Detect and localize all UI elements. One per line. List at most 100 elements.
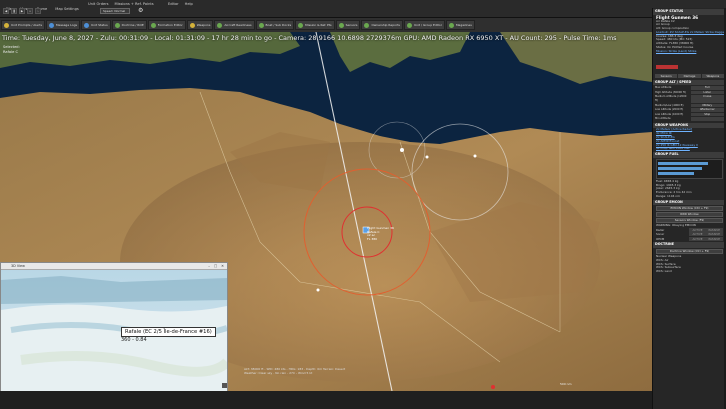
toolbar-button-icon [338, 22, 344, 28]
fuel-gauge [656, 158, 723, 179]
play-icon[interactable]: ▶ [19, 8, 25, 14]
toolbar-button-icon [4, 22, 9, 28]
compass-icon[interactable] [222, 383, 227, 388]
mini-3d-window[interactable]: 3D View – □ ✕ Rafale (EC 2/5 Île-de-Fran… [0, 262, 228, 400]
weapon-item[interactable]: 4x Drop Tank 2000 liter [653, 147, 726, 151]
gear-icon[interactable]: ⚙ [138, 8, 143, 14]
toolbar-button-icon [49, 22, 55, 28]
toolbar-button-label: Formation Editor [157, 23, 183, 27]
emcon-active-button[interactable]: ACTIVE [689, 236, 706, 241]
toolbar-button-icon [258, 22, 264, 28]
toolbar-button[interactable]: Weapons [186, 20, 214, 30]
toolbar-button[interactable]: Doctrine / ROE [111, 20, 147, 30]
weapons-list: 2x Meteor [Active Radar] 4x MICA IR 2x SCA… [653, 128, 726, 151]
altitude-option[interactable]: High Altitude (36000 ft) [655, 91, 689, 95]
altitude-option[interactable]: Low Altitude (1000 ft) [655, 113, 689, 117]
toolbar-button-icon [189, 22, 195, 28]
toolbar-button-icon [406, 22, 412, 28]
speed-option[interactable]: Full [690, 86, 724, 90]
speed-select[interactable]: Speed: Normal [100, 8, 130, 14]
toolbar-button[interactable]: Mission & Ref. Pts [295, 20, 335, 30]
mini-window-titlebar[interactable]: 3D View – □ ✕ [1, 263, 227, 270]
toolbar-button-icon [298, 22, 304, 28]
minimize-icon[interactable]: – [208, 263, 210, 270]
rwr-window-button[interactable]: RWR Window [656, 212, 723, 218]
mini-3d-view[interactable]: Rafale (EC 2/5 Île-de-France #16) 360 - … [1, 270, 227, 399]
unit-tooltip: Rafale (EC 2/5 Île-de-France #16) [121, 327, 216, 337]
group-detail-row[interactable]: Mission: Strike (Land) Strike [653, 49, 726, 54]
toolbar-button-icon [114, 22, 120, 28]
menu-bar: File View Game Map Settings Unit Orders … [0, 0, 726, 18]
fast-forward-icon[interactable]: » [27, 8, 33, 14]
menu-mid: Unit Orders Missions + Ref. Points [88, 2, 154, 6]
fuel-bar [658, 171, 694, 175]
speed-option[interactable]: Loiter [690, 90, 724, 95]
speed-option[interactable] [690, 117, 724, 121]
speed-option[interactable]: Stop [690, 112, 724, 117]
doctrine-header: DOCTRINE [653, 242, 726, 248]
toolbar-button[interactable]: Magazines [445, 20, 475, 30]
toolbar-button[interactable]: Sensors [335, 20, 361, 30]
pause-icon[interactable]: ❚ [11, 8, 17, 14]
toolbar-button[interactable]: Unit Status [81, 20, 111, 30]
toolbar-button-icon [84, 22, 90, 28]
toolbar-button-label: Magazines [455, 23, 472, 27]
menu-missions[interactable]: Missions + Ref. Points [115, 2, 154, 6]
toolbar-button[interactable]: Unit / Group Editor [403, 20, 445, 30]
tab-weapons[interactable]: Weapons [701, 73, 724, 78]
speed-option[interactable]: Military [690, 103, 724, 108]
altitude-option[interactable]: Max Altitude [655, 86, 689, 90]
toolbar-button[interactable]: Boat / Sub Docks [255, 20, 295, 30]
map-scale: 500 nm [560, 382, 572, 386]
maximize-icon[interactable]: □ [214, 263, 217, 270]
toolbar-button[interactable]: Aircraft Readiness [214, 20, 255, 30]
altitude-option[interactable]: Min Altitude [655, 117, 689, 121]
city-marker[interactable] [400, 148, 404, 152]
group-details: Air Rafale C2 Air Group Alt: Group composi… [653, 19, 726, 54]
doctrine-list: Nuclear Weapons WCS: Air WCS: Surface WCS: … [653, 254, 726, 274]
altitude-option[interactable]: Low Altitude (2000 ft) [655, 108, 689, 112]
fuel-header: GROUP FUEL [653, 152, 726, 158]
emcon-active-button[interactable]: ACTIVE [689, 232, 706, 237]
toolbar-button-label: Unit / Group Editor [413, 23, 442, 27]
terrain-surface [1, 304, 227, 399]
menu-unit-orders[interactable]: Unit Orders [88, 2, 109, 6]
step-back-icon[interactable]: ◀ [3, 8, 9, 14]
menu-right: Editor Help [168, 2, 193, 6]
bottom-bar [0, 391, 652, 409]
altitude-option[interactable]: Medium Altitude (12000 ft) [655, 95, 689, 102]
speed-option[interactable]: Cruise [690, 95, 724, 103]
toolbar-button[interactable]: Message Logs [46, 20, 81, 30]
panel-tabs: Sensors Damage Weapons [653, 73, 726, 79]
toolbar-button-label: Weapons [196, 23, 211, 27]
menu-map-settings[interactable]: Map Settings [52, 7, 81, 11]
emcon-row: OECM ACTIVE PASSIVE [653, 236, 726, 242]
toolbar-button-label: Message Logs [56, 23, 78, 27]
toolbar-button[interactable]: Ownership Reports [361, 20, 403, 30]
tab-sensors[interactable]: Sensors [655, 73, 678, 78]
unit-coord: 360 - 0.84 [121, 337, 147, 343]
city-marker[interactable] [473, 154, 477, 158]
emcon-passive-button[interactable]: PASSIVE [705, 232, 723, 237]
fuel-row: Range: 1104 nm [656, 193, 680, 198]
doctrine-row[interactable]: WCS: Land [653, 269, 726, 274]
emcon-window-button[interactable]: EMCON Window (Ctrl + F9) [656, 206, 723, 212]
menu-help[interactable]: Help [185, 2, 193, 6]
speed-option[interactable]: Afterburner [690, 108, 724, 112]
toolbar: Unit Prompts / Alerts Message Logs Unit St… [0, 18, 652, 32]
close-icon[interactable]: ✕ [221, 263, 224, 270]
emcon-passive-button[interactable]: PASSIVE [705, 236, 723, 241]
tab-damage[interactable]: Damage [678, 73, 701, 78]
altitude-option[interactable]: Medium/Low (4000 ft) [655, 104, 689, 108]
toolbar-button-icon [448, 22, 454, 28]
menu-editor[interactable]: Editor [168, 2, 179, 6]
emcon-active-button[interactable]: ACTIVE [689, 227, 706, 232]
city-marker[interactable] [316, 288, 320, 292]
unit-label: Flight Gunmen 36 Rafale C x2 ac FL 380 [367, 226, 394, 241]
city-marker[interactable] [425, 155, 429, 159]
toolbar-button[interactable]: Formation Editor [147, 20, 186, 30]
hostile-marker[interactable] [491, 385, 495, 389]
emcon-passive-button[interactable]: PASSIVE [705, 227, 723, 232]
toolbar-button[interactable]: Unit Prompts / Alerts [1, 20, 46, 30]
step-icon[interactable]: › [35, 8, 41, 14]
